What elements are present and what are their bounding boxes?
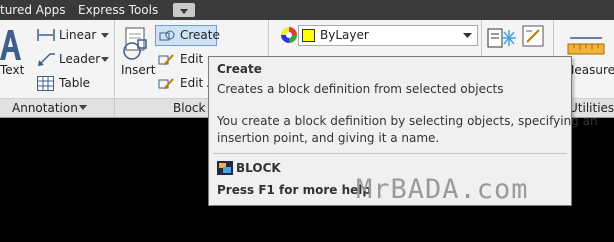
chevron-down-icon[interactable] [79, 105, 87, 111]
table-button-label[interactable]: Table [59, 76, 90, 90]
tooltip-divider [213, 153, 567, 154]
edit-block-icon [158, 54, 174, 66]
color-value: ByLayer [320, 28, 369, 42]
list-properties-icon[interactable] [522, 25, 544, 47]
text-a-icon[interactable] [0, 28, 24, 64]
block-command-icon [217, 161, 233, 175]
menu-item-featured-apps[interactable]: tured Apps [0, 3, 66, 17]
chevron-down-icon[interactable] [101, 57, 109, 63]
linear-dimension-icon [37, 29, 55, 41]
panel-divider [481, 20, 482, 58]
tooltip-title: Create [217, 62, 262, 76]
match-properties-icon[interactable] [487, 27, 517, 51]
color-swatch [302, 29, 315, 42]
linear-button-label[interactable]: Linear [59, 28, 96, 42]
table-icon [37, 76, 54, 91]
panel-divider [114, 99, 115, 117]
leader-button-label[interactable]: Leader [59, 52, 100, 66]
measure-ruler-icon[interactable] [566, 34, 606, 56]
create-block-button[interactable]: Create [155, 25, 220, 46]
color-dropdown[interactable]: ByLayer [298, 25, 478, 46]
tooltip-short-description: Creates a block definition from selected… [217, 82, 504, 96]
tooltip-help-hint: Press F1 for more help [217, 183, 371, 197]
insert-button-label[interactable]: Insert [121, 63, 155, 77]
panel-divider [268, 20, 269, 58]
menu-item-express-tools[interactable]: Express Tools [78, 3, 158, 17]
create-button-label: Create [180, 28, 220, 42]
tooltip-long-description-line-1: You create a block definition by selecti… [217, 114, 598, 128]
menu-overflow-button[interactable] [173, 3, 195, 17]
color-wheel-icon[interactable] [280, 26, 298, 44]
chevron-down-icon [180, 9, 188, 14]
insert-block-icon[interactable] [120, 26, 150, 60]
tooltip-long-description-line-2: insertion point, and giving it a name. [217, 131, 440, 145]
leader-icon [38, 53, 55, 66]
text-button-label[interactable]: Text [0, 63, 24, 77]
edit-attributes-icon [158, 78, 174, 90]
chevron-down-icon [463, 33, 472, 38]
chevron-down-icon[interactable] [101, 33, 109, 39]
panel-title-annotation[interactable]: Annotation [12, 101, 78, 115]
menu-bar: tured Apps Express Tools [0, 0, 614, 20]
panel-title-block[interactable]: Block [173, 101, 205, 115]
create-block-icon [159, 30, 175, 41]
panel-divider [114, 20, 115, 98]
watermark: MrBADA.com [356, 174, 529, 205]
tooltip-command-name: BLOCK [236, 161, 281, 175]
panel-title-utilities[interactable]: Utilities [569, 101, 614, 115]
chevron-down-icon [80, 20, 88, 26]
edit-button-label[interactable]: Edit [180, 52, 203, 66]
